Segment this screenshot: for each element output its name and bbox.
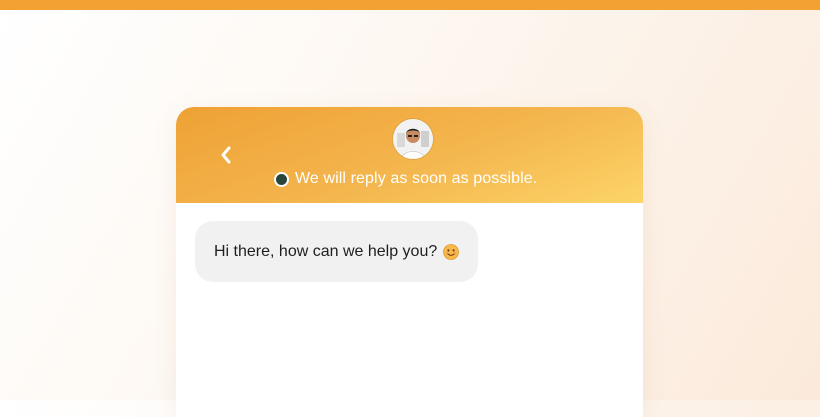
chat-header: We will reply as soon as possible. (176, 107, 643, 203)
chevron-left-icon (221, 146, 231, 164)
reply-status: We will reply as soon as possible. (274, 169, 537, 189)
message-text: Hi there, how can we help you? (214, 242, 438, 260)
smiling-face-icon (443, 243, 460, 260)
status-text: We will reply as soon as possible. (295, 170, 538, 187)
agent-avatar (393, 119, 433, 159)
top-accent-bar (0, 0, 820, 10)
message-bubble: Hi there, how can we help you? (195, 221, 479, 282)
back-button[interactable] (214, 141, 238, 169)
status-indicator-dot (274, 171, 289, 187)
chat-widget: We will reply as soon as possible. Hi th… (176, 107, 643, 417)
message-list: Hi there, how can we help you? (176, 203, 643, 300)
